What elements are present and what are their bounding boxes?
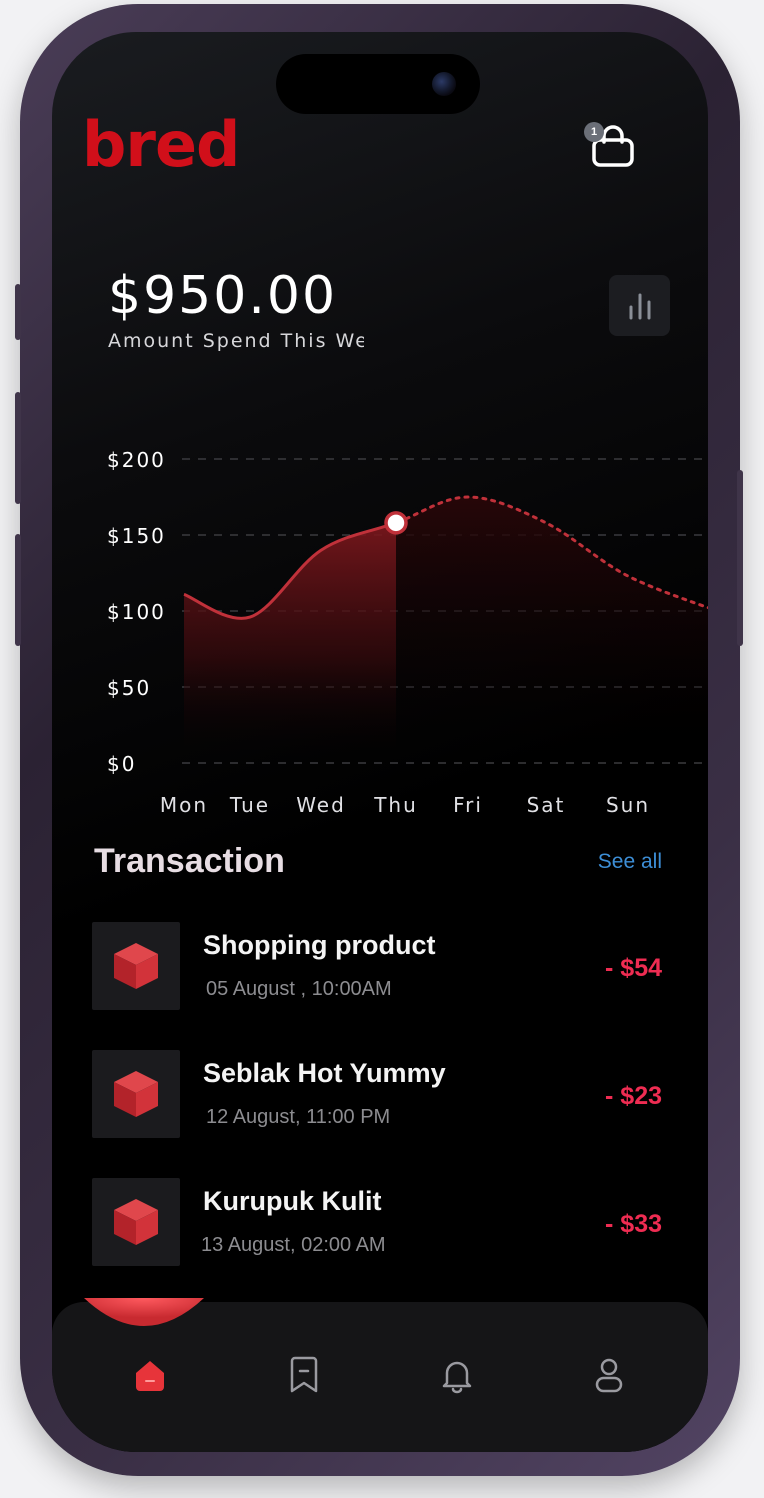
bar-chart-icon bbox=[629, 293, 650, 319]
weekly-amount-label: Amount Spend This Week bbox=[108, 330, 364, 352]
transaction-date: 05 August , 10:00AM bbox=[206, 978, 392, 1000]
camera-icon bbox=[432, 72, 456, 96]
app-screen: bred 1 $950.00 Amount Spend This Week bbox=[52, 32, 708, 1452]
x-tick-label: Tue bbox=[229, 793, 270, 817]
transaction-amount: - $33 bbox=[605, 1210, 662, 1238]
home-icon bbox=[136, 1361, 164, 1391]
transaction-name: Shopping product bbox=[203, 930, 436, 960]
y-tick-label: $0 bbox=[107, 752, 136, 776]
transaction-name: Kurupuk Kulit bbox=[203, 1186, 382, 1216]
transaction-date: 12 August, 11:00 PM bbox=[206, 1106, 391, 1128]
y-tick-label: $200 bbox=[107, 448, 166, 472]
profile-icon bbox=[595, 1358, 623, 1393]
y-tick-label: $100 bbox=[107, 600, 166, 624]
bottom-nav bbox=[52, 1298, 708, 1452]
x-tick-label: Wed bbox=[296, 793, 346, 817]
brand-logo: bred bbox=[82, 108, 240, 181]
x-tick-label: Thu bbox=[373, 793, 418, 817]
current-day-point[interactable] bbox=[384, 511, 408, 535]
spending-chart: $200 $150 $100 $50 $0 Mon Tue Wed Thu Fri Sat Sun bbox=[92, 404, 708, 824]
y-tick-label: $50 bbox=[107, 676, 151, 700]
active-tab-indicator bbox=[84, 1298, 204, 1326]
nav-profile[interactable] bbox=[584, 1350, 634, 1400]
transaction-thumbnail bbox=[92, 1050, 180, 1138]
bell-icon bbox=[442, 1361, 472, 1394]
cube-icon bbox=[114, 1199, 158, 1245]
nav-saved[interactable] bbox=[279, 1350, 329, 1400]
stats-button[interactable] bbox=[609, 275, 670, 336]
transaction-amount: - $23 bbox=[605, 1082, 662, 1110]
dynamic-island bbox=[276, 54, 480, 114]
transaction-date: 13 August, 02:00 AM bbox=[201, 1234, 386, 1256]
transaction-item[interactable]: Shopping product 05 August , 10:00AM - $… bbox=[92, 922, 666, 1012]
side-button bbox=[15, 534, 21, 646]
cube-icon bbox=[114, 1071, 158, 1117]
x-tick-label: Sun bbox=[606, 793, 650, 817]
nav-home[interactable] bbox=[125, 1350, 175, 1400]
transaction-thumbnail bbox=[92, 922, 180, 1010]
y-tick-label: $150 bbox=[107, 524, 166, 548]
transaction-item[interactable]: Kurupuk Kulit 13 August, 02:00 AM - $33 bbox=[92, 1178, 666, 1268]
transaction-name: Seblak Hot Yummy bbox=[203, 1058, 446, 1088]
x-tick-label: Mon bbox=[160, 793, 208, 817]
cart-count-badge: 1 bbox=[584, 122, 604, 142]
weekly-amount: $950.00 bbox=[108, 266, 338, 326]
transaction-thumbnail bbox=[92, 1178, 180, 1266]
x-tick-label: Fri bbox=[453, 793, 483, 817]
x-tick-label: Sat bbox=[527, 793, 566, 817]
transactions-title: Transaction bbox=[94, 842, 285, 880]
bookmark-icon bbox=[290, 1356, 318, 1393]
spending-chart-svg: $200 $150 $100 $50 $0 Mon Tue Wed Thu Fri Sat Sun bbox=[107, 448, 708, 817]
see-all-link[interactable]: See all bbox=[598, 850, 662, 874]
transaction-item[interactable]: Seblak Hot Yummy 12 August, 11:00 PM - $… bbox=[92, 1050, 666, 1140]
cube-icon bbox=[114, 943, 158, 989]
side-button bbox=[15, 392, 21, 504]
side-button bbox=[15, 284, 21, 340]
side-button bbox=[737, 470, 743, 646]
nav-notifications[interactable] bbox=[432, 1350, 482, 1400]
transaction-amount: - $54 bbox=[605, 954, 662, 982]
